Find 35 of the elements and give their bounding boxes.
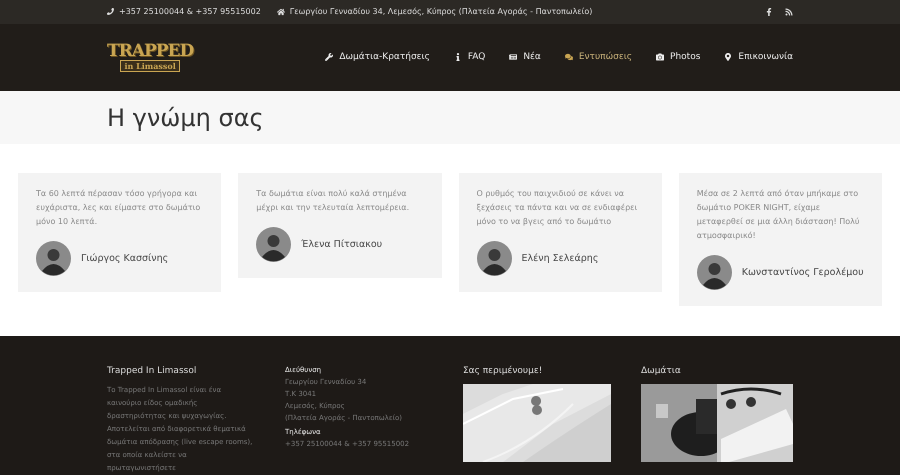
speech-bubbles-icon	[564, 53, 573, 62]
testimonial-quote: Τα δωμάτια είναι πολύ καλά στημένα μέχρι και την τελευταία λεπτομέρεια.	[256, 188, 410, 214]
testimonial-quote: Τα 60 λεπτά πέρασαν τόσο γρήγορα και ευχάριστα, λες και είμαστε στο δωμάτιο μόνο 10 λεπτά.	[36, 188, 202, 228]
home-icon	[276, 8, 285, 16]
info-icon	[454, 53, 462, 62]
nav-link[interactable]: Photos	[656, 52, 700, 62]
newspaper-icon	[509, 53, 518, 62]
nav-link[interactable]: Νέα	[509, 52, 541, 62]
author-name: Έλενα Πίτσιακου	[301, 239, 382, 250]
avatar-icon	[696, 255, 732, 290]
footer-heading: Trapped In Limassol	[107, 366, 198, 376]
avatar-icon	[476, 241, 512, 276]
testimonial-quote: Ο ρυθμός του παιχνιδιού σε κάνει να ξεχάσεις τα πάντα και να σε ενδιαφέρει μόνο το να βγεις από το δωμάτιο	[476, 188, 638, 228]
page-title: Η γνώμη σας	[107, 104, 264, 132]
wrench-icon	[325, 53, 334, 62]
author-name: Ελένη Σελεάρης	[522, 253, 598, 264]
footer-heading: Σας περιμένουμε!	[463, 366, 544, 376]
map-pin-icon	[724, 53, 732, 62]
facebook-icon[interactable]	[765, 8, 773, 16]
nav-link[interactable]: Δωμάτια-Κρατήσεις	[325, 52, 430, 62]
nav-link[interactable]: FAQ	[454, 52, 486, 62]
address-text: Γεωργίου Γενναδίου 34, Λεμεσός, Κύπρος (Πλατεία Αγοράς - Παντοπωλείο)	[276, 7, 592, 16]
author-name: Κωνσταντίνος Γερολέμου	[742, 267, 864, 278]
nav-link[interactable]: Επικοινωνία	[724, 52, 793, 62]
nav-link[interactable]: Εντυπώσεις	[564, 52, 632, 62]
avatar-icon	[256, 227, 292, 262]
camera-icon	[656, 53, 664, 62]
footer-heading: Δωμάτια	[641, 366, 682, 376]
phone-text: +357 25100044 & +357 95515002	[107, 7, 261, 16]
testimonial-quote: Μέσα σε 2 λεπτά από όταν μπήκαμε στο δωμάτιο POKER NIGHT, είχαμε μεταφερθεί σε μια άλλη διάσταση! Πολύ ατμοσφαιρικό!	[696, 188, 861, 242]
avatar-icon	[36, 241, 71, 276]
author-name: Γιώργος Κασσίνης	[81, 253, 168, 264]
rss-icon[interactable]	[785, 8, 793, 16]
logo[interactable]: TRAPPED in Limassol	[107, 42, 194, 72]
phone-icon	[107, 8, 114, 16]
